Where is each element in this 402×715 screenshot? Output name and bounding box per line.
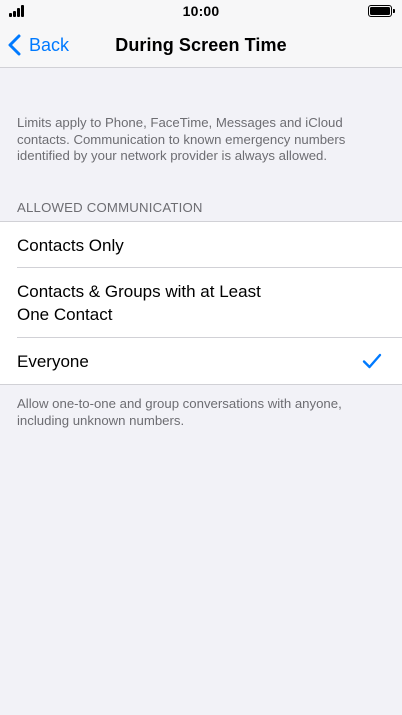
option-label: Everyone [17,351,89,371]
back-button-label: Back [29,34,70,55]
option-contacts-only[interactable]: Contacts Only [0,222,402,268]
allowed-communication-options: Contacts Only Contacts & Groups with at … [0,221,402,385]
section-header: ALLOWED COMMUNICATION [17,200,203,215]
checkmark-icon [362,353,382,369]
chevron-left-icon [8,34,21,56]
status-time: 10:00 [182,3,220,19]
option-description: Allow one-to-one and group conversations… [17,396,342,428]
battery-full-icon [368,5,395,17]
option-label: Contacts & Groups with at Least One Cont… [17,282,261,324]
option-everyone[interactable]: Everyone [0,338,402,384]
option-label: Contacts Only [17,235,124,255]
intro-description: Limits apply to Phone, FaceTime, Message… [17,115,346,163]
back-button[interactable]: Back [8,22,69,68]
status-bar: 10:00 [0,0,402,22]
navigation-bar: During Screen Time Back [0,22,402,68]
option-contacts-and-groups[interactable]: Contacts & Groups with at Least One Cont… [0,268,402,338]
